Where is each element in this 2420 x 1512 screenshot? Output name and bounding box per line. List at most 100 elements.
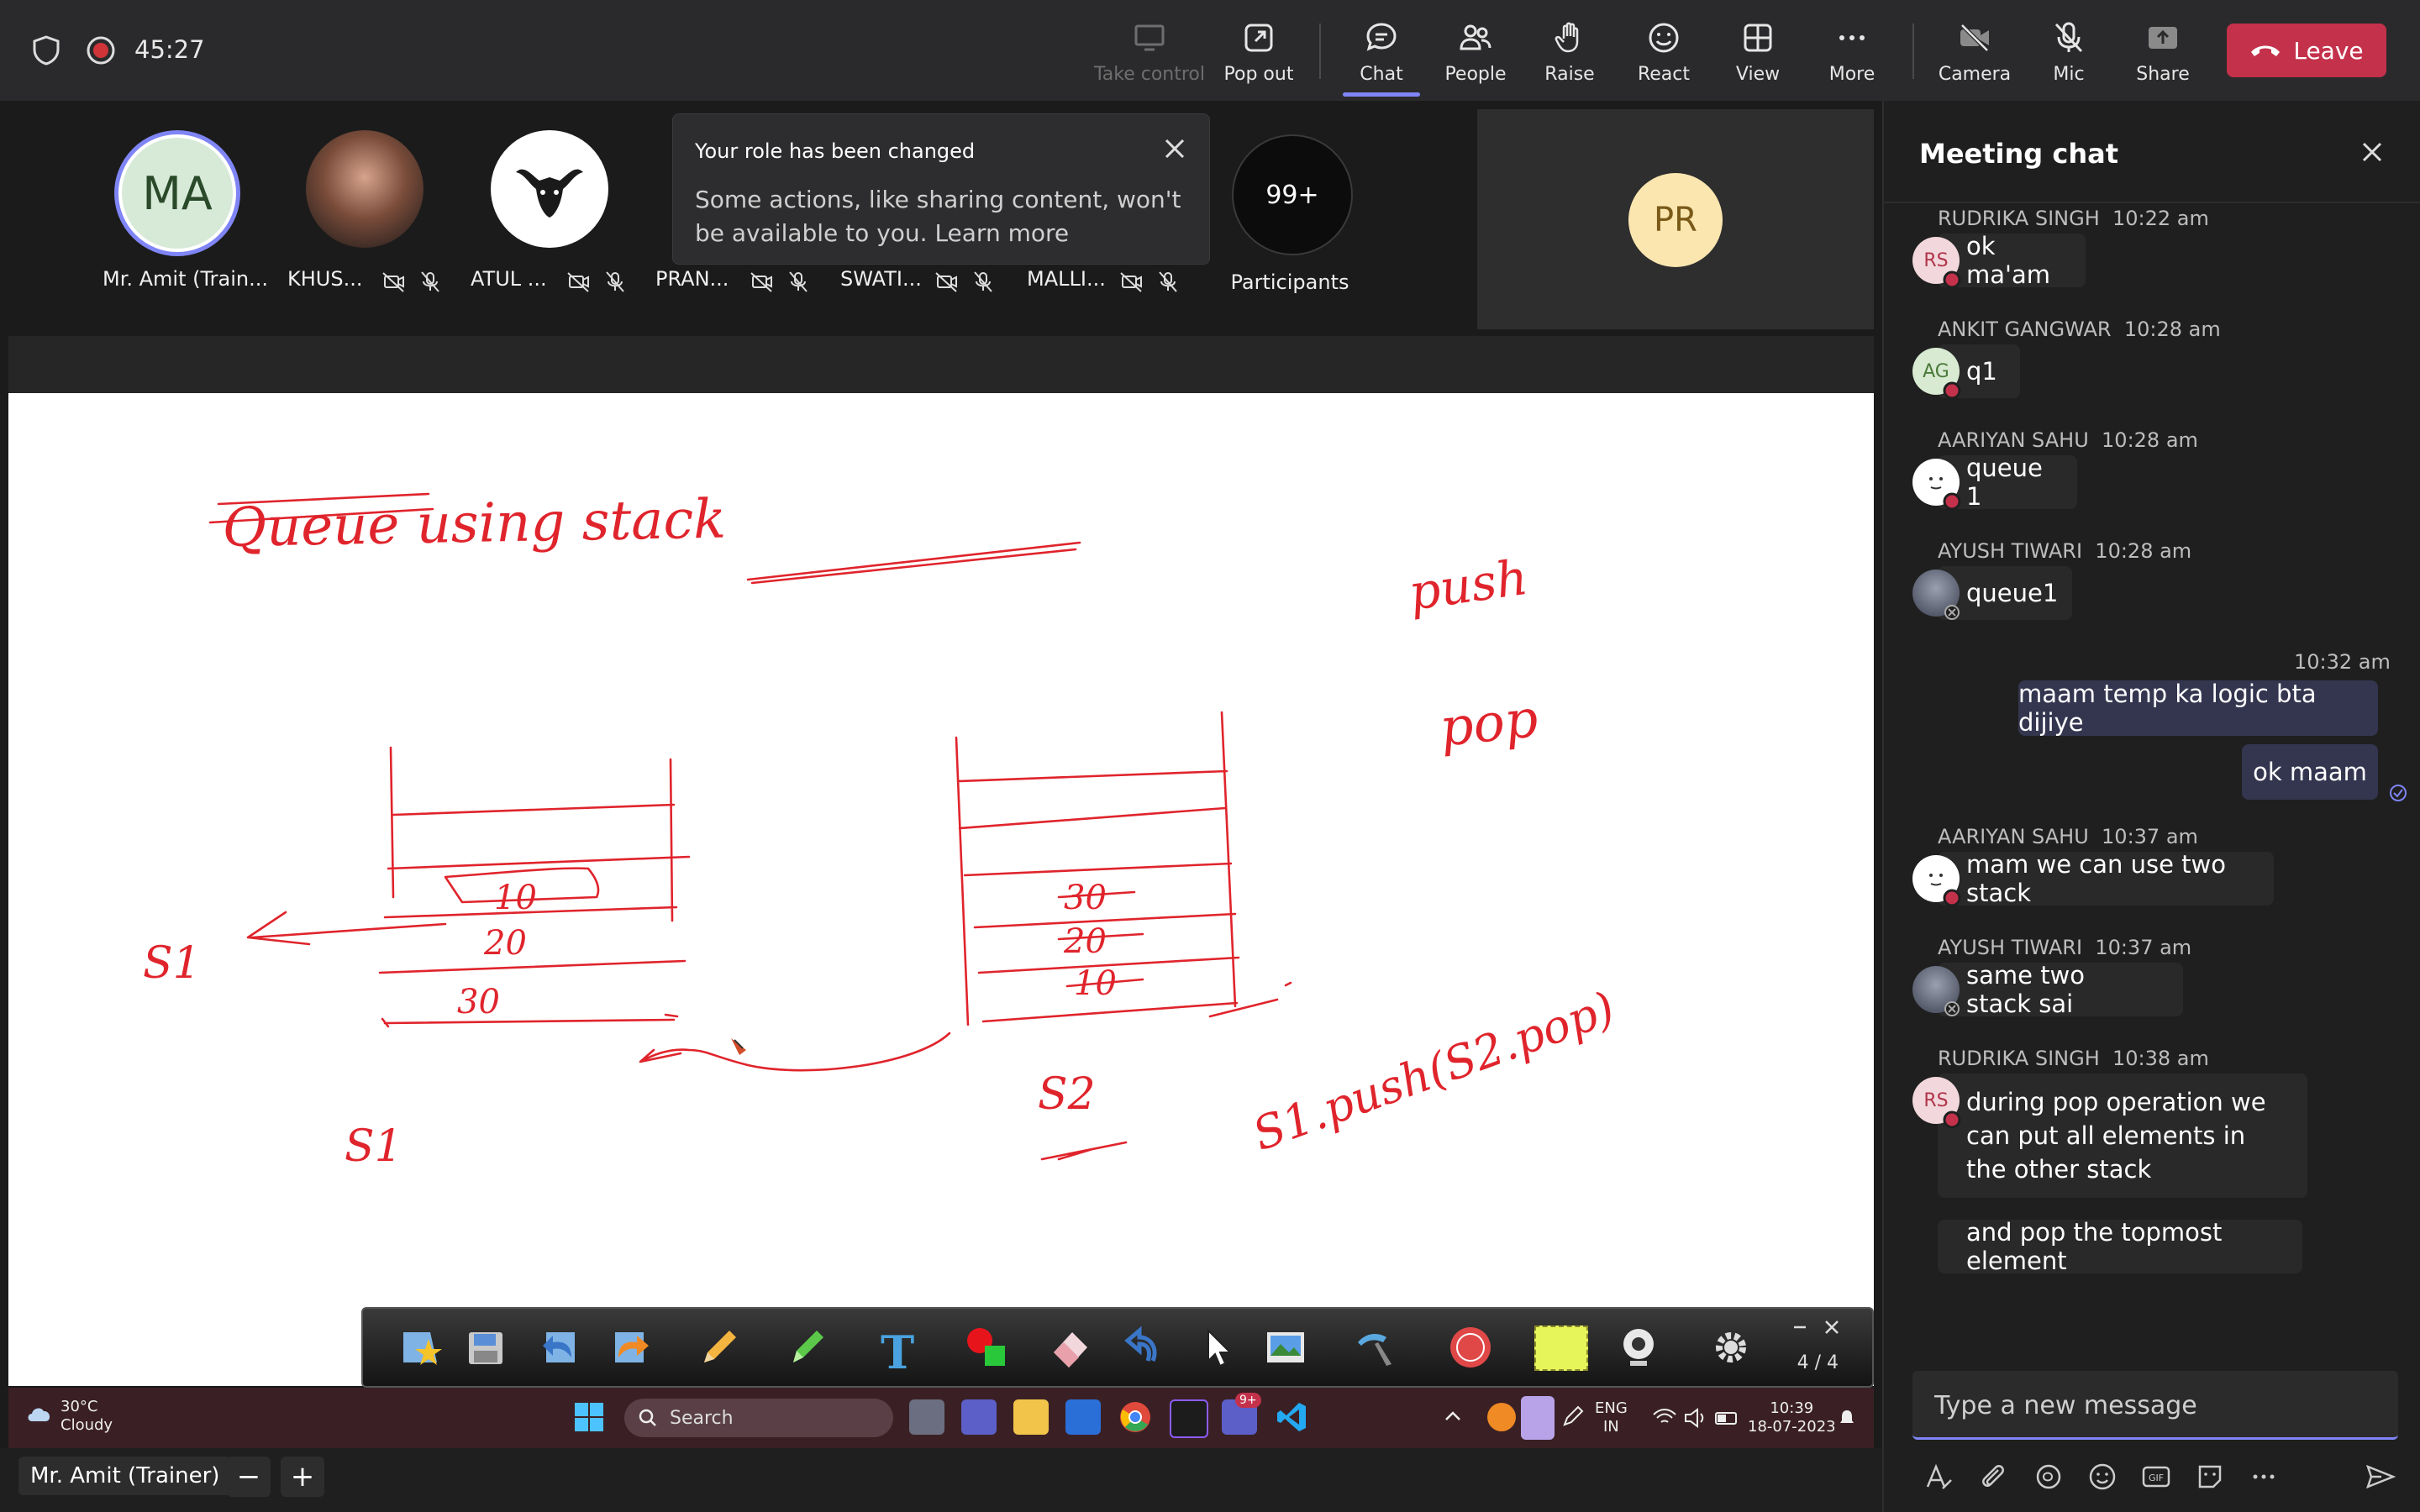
my-message-bubble[interactable]: ok maam	[2242, 744, 2378, 800]
mic-in-use-icon[interactable]	[1521, 1396, 1555, 1440]
mic-button[interactable]: Mic	[2022, 15, 2116, 91]
clock[interactable]: 10:39 18-07-2023	[1748, 1399, 1836, 1436]
message-bubble[interactable]: and pop the topmost element	[1938, 1218, 2302, 1275]
pop-out-label: Pop out	[1223, 64, 1294, 85]
stack-s2-value: 20	[1063, 922, 1107, 961]
share-button[interactable]: Share	[2116, 15, 2210, 91]
file-explorer-icon[interactable]	[1013, 1399, 1049, 1435]
forward-arrow-icon[interactable]	[607, 1324, 654, 1371]
weather-widget[interactable]: 30°C Cloudy	[25, 1398, 113, 1435]
participant-name: SWATI...	[840, 267, 922, 291]
settings-gear-icon[interactable]	[1707, 1324, 1754, 1371]
sync-icon[interactable]	[1487, 1403, 1516, 1431]
close-icon[interactable]	[1823, 1319, 1840, 1336]
chat-button[interactable]: Chat	[1334, 15, 1428, 91]
close-icon[interactable]	[1162, 136, 1187, 161]
minimize-icon[interactable]	[1791, 1319, 1808, 1336]
taskbar-search[interactable]: Search	[624, 1399, 893, 1437]
take-control-label: Take control	[1093, 64, 1206, 85]
star-tool-icon[interactable]	[397, 1324, 444, 1371]
camera-mic-off-icons	[1120, 271, 1177, 292]
language-indicator[interactable]: ENG IN	[1595, 1399, 1628, 1436]
message-bubble[interactable]: during pop operation we can put all elem…	[1938, 1074, 2307, 1198]
zoom-out-button[interactable]: −	[227, 1457, 271, 1497]
vscode-icon[interactable]	[1274, 1399, 1309, 1435]
presence-offline-icon	[1944, 605, 1960, 620]
avatar-photo	[306, 130, 424, 248]
s1-label-2: S1	[345, 1121, 402, 1172]
back-arrow-icon[interactable]	[538, 1324, 585, 1371]
search-label: Search	[670, 1407, 734, 1429]
raise-hand-button[interactable]: Raise	[1523, 15, 1617, 91]
undo-icon[interactable]	[1119, 1324, 1166, 1371]
app-icon[interactable]	[1170, 1399, 1208, 1438]
react-button[interactable]: React	[1617, 15, 1711, 91]
presence-offline-icon	[1944, 1001, 1960, 1016]
camera-button[interactable]: Camera	[1928, 15, 2022, 91]
camera-off-icon	[1960, 24, 1989, 52]
compose-box[interactable]	[1912, 1371, 2398, 1440]
push-label: push	[1405, 549, 1531, 622]
smiley-icon	[1649, 23, 1679, 53]
take-control-button[interactable]: Take control	[1094, 15, 1205, 91]
more-button[interactable]: More	[1805, 15, 1899, 91]
eraser-icon[interactable]	[1047, 1324, 1094, 1371]
loop-icon[interactable]	[2032, 1460, 2065, 1494]
people-button[interactable]: People	[1428, 15, 1523, 91]
message-input[interactable]	[1933, 1386, 2373, 1425]
participant-name: MALLI...	[1027, 267, 1106, 291]
pen-icon[interactable]	[1560, 1404, 1585, 1430]
camera-mic-off-icons	[750, 271, 808, 292]
whiteboard-icon[interactable]	[1534, 1326, 1588, 1371]
send-icon[interactable]	[2363, 1460, 2396, 1494]
svg-text:GIF: GIF	[2149, 1473, 2164, 1483]
pencil-icon[interactable]	[696, 1324, 743, 1371]
message-bubble[interactable]: same two stack sai	[1938, 961, 2183, 1018]
save-icon[interactable]	[462, 1324, 509, 1371]
avatar-initials: PR	[1628, 173, 1723, 267]
notification-bell-icon[interactable]	[1837, 1408, 1857, 1428]
text-tool-icon[interactable]: T	[881, 1326, 914, 1379]
shared-screen-header	[8, 336, 1874, 393]
view-button[interactable]: View	[1711, 15, 1805, 91]
more-icon[interactable]	[2247, 1460, 2281, 1494]
pop-out-button[interactable]: Pop out	[1212, 15, 1306, 91]
close-icon[interactable]	[2360, 139, 2385, 165]
color-picker-icon[interactable]	[963, 1324, 1010, 1371]
attach-icon[interactable]	[1976, 1460, 2010, 1494]
my-message-bubble[interactable]: maam temp ka logic bta dijiye	[2018, 680, 2378, 737]
gif-icon[interactable]: GIF	[2139, 1460, 2173, 1494]
message-time: 10:32 am	[2294, 650, 2391, 674]
chrome-icon[interactable]	[1118, 1399, 1153, 1435]
tools-icon[interactable]	[1353, 1324, 1400, 1371]
stack-s2-value: 30	[1064, 879, 1107, 917]
teams-chat-icon[interactable]	[961, 1399, 997, 1435]
camera-mic-off-icons	[382, 271, 439, 292]
participant-tile[interactable]	[491, 130, 608, 248]
participant-tile[interactable]: MA	[114, 130, 240, 256]
webcam-icon[interactable]	[1615, 1324, 1662, 1371]
task-view-icon[interactable]	[909, 1399, 944, 1435]
message-bubble[interactable]: mam we can use two stack	[1938, 850, 2274, 907]
pointer-icon[interactable]	[1195, 1324, 1242, 1371]
participant-tile[interactable]	[306, 130, 424, 248]
format-icon[interactable]	[1921, 1460, 1954, 1494]
chevron-up-icon[interactable]	[1444, 1410, 1462, 1423]
sticker-icon[interactable]	[2193, 1460, 2227, 1494]
message-time: 10:28 am	[2102, 428, 2198, 452]
leave-button[interactable]: Leave	[2227, 24, 2386, 77]
highlighter-icon[interactable]	[783, 1324, 830, 1371]
record-icon[interactable]	[1447, 1324, 1494, 1371]
meeting-timer: 45:27	[134, 35, 205, 64]
underline-stroke	[1040, 1141, 1128, 1161]
participant-count-bubble[interactable]: 99+	[1232, 134, 1353, 255]
camera-label: Camera	[1938, 64, 2012, 85]
wifi-volume-battery-icons[interactable]	[1650, 1406, 1743, 1430]
clock-time: 10:39	[1770, 1399, 1814, 1417]
presence-busy-icon	[1943, 1110, 1961, 1129]
windows-start-icon[interactable]	[571, 1399, 607, 1435]
app-icon[interactable]	[1065, 1399, 1101, 1435]
screenshot-icon[interactable]	[1262, 1324, 1309, 1371]
emoji-icon[interactable]	[2086, 1460, 2119, 1494]
zoom-in-button[interactable]: +	[281, 1457, 324, 1497]
